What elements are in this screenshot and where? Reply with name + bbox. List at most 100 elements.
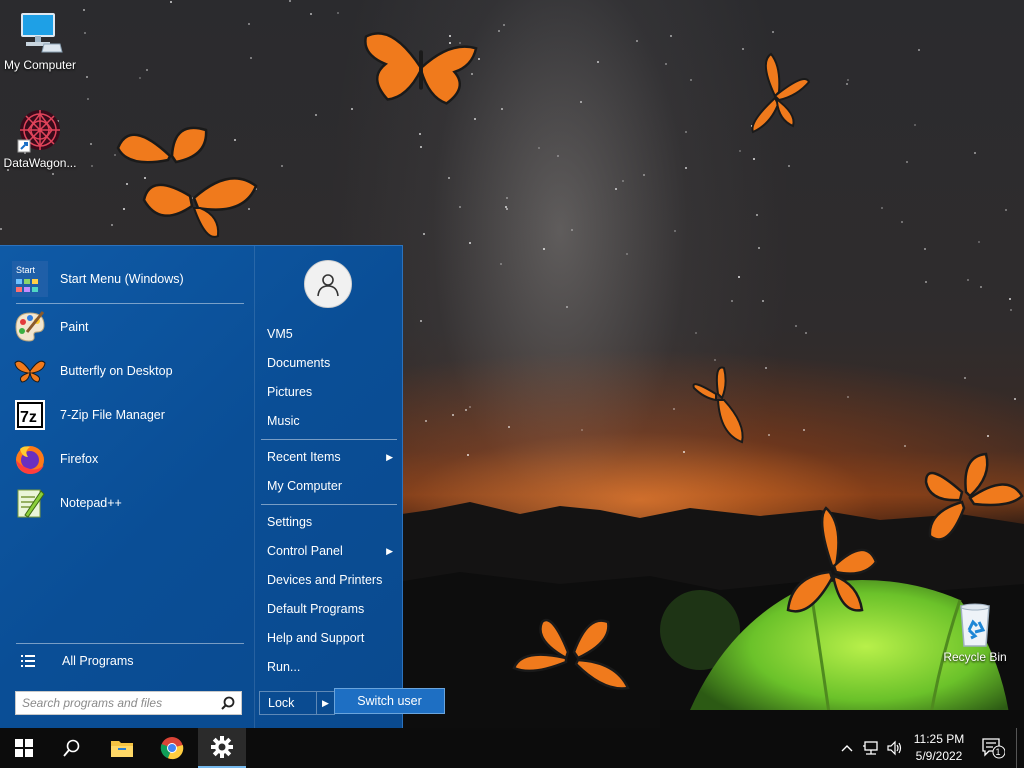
star [683,451,685,453]
star [925,281,927,283]
place-documents[interactable]: Documents [261,350,397,376]
place-label: My Computer [267,479,343,493]
power-options-arrow-button[interactable]: ▶ [317,691,335,715]
datawagon-mandala-icon [17,110,60,153]
star [289,0,291,2]
program-label: Start Menu (Windows) [60,272,184,286]
file-explorer-button[interactable] [98,728,146,768]
place-my-computer[interactable]: My Computer [261,473,397,499]
place-music[interactable]: Music [261,408,397,434]
place-vm5[interactable]: VM5 [261,321,397,347]
star [581,429,583,431]
program-butterfly-on-desktop[interactable]: Butterfly on Desktop [12,349,244,393]
action-center-button[interactable]: 1 [978,728,1008,768]
star [351,108,353,110]
star [626,253,628,255]
search-icon [63,739,80,757]
place-default-programs[interactable]: Default Programs [261,596,397,622]
program-start-menu-windows[interactable]: Start Start Menu (Windows) [12,257,244,301]
place-label: Help and Support [267,631,365,645]
network-button[interactable] [860,728,882,768]
star [566,306,568,308]
paint-palette-icon [12,309,48,345]
show-desktop-button[interactable] [1016,728,1017,768]
star [500,263,502,265]
program-firefox[interactable]: Firefox [12,437,244,481]
butterfly-icon [12,353,48,389]
search-programs-input[interactable] [22,696,212,710]
place-help-and-support[interactable]: Help and Support [261,625,397,651]
program-paint[interactable]: Paint [12,305,244,349]
user-avatar[interactable] [304,260,352,308]
start-button[interactable] [0,728,48,768]
place-settings[interactable]: Settings [261,509,397,535]
star [731,300,733,302]
place-run[interactable]: Run... [261,654,397,680]
switch-user-menu-item[interactable]: Switch user [334,688,445,714]
computer-icon [21,13,63,53]
star [543,248,545,250]
star [1014,398,1016,400]
place-recent-items[interactable]: Recent Items ▶ [261,444,397,470]
butterfly-decoration [692,366,744,444]
seven-zip-icon: 7z [12,397,48,433]
star [248,23,250,25]
program-notepad-plus-plus[interactable]: Notepad++ [12,481,244,525]
show-hidden-icons-button[interactable] [838,728,856,768]
place-devices-and-printers[interactable]: Devices and Printers [261,567,397,593]
star [467,454,469,456]
star [0,228,2,230]
user-icon [317,274,339,297]
star [538,147,540,149]
taskbar: 11:25 PM 5/9/2022 1 [0,728,1024,768]
place-pictures[interactable]: Pictures [261,379,397,405]
desktop-icon-my-computer[interactable]: My Computer [0,8,80,72]
star [964,377,966,379]
star [974,152,976,154]
chrome-button[interactable] [148,728,196,768]
program-7zip-file-manager[interactable]: 7z 7-Zip File Manager [12,393,244,437]
search-icon[interactable] [221,696,235,710]
star [1005,209,1007,211]
program-label: Butterfly on Desktop [60,364,173,378]
clock-time: 11:25 PM [913,732,965,746]
star [571,229,573,231]
butterfly-decoration [786,506,878,613]
lock-button[interactable]: Lock [259,691,317,715]
star [146,69,148,71]
gear-icon [211,736,233,758]
settings-button[interactable] [198,728,246,768]
desktop-icon-recycle-bin[interactable]: Recycle Bin [935,600,1015,664]
star [685,167,687,169]
star [425,420,427,422]
folder-icon [111,741,133,757]
star [557,155,559,157]
notepad-plus-plus-icon [12,485,48,521]
taskbar-search-button[interactable] [48,728,96,768]
star [310,13,312,15]
desktop-icon-datawagon[interactable]: DataWagon... [0,106,80,170]
star [508,426,510,428]
program-label: Notepad++ [60,496,122,510]
star [420,146,422,148]
program-label: 7-Zip File Manager [60,408,165,422]
star [695,332,697,334]
star [978,241,980,243]
all-programs-label: All Programs [62,654,134,668]
notification-count-badge: 1 [995,747,1001,757]
star [423,233,425,235]
all-programs-button[interactable]: All Programs [12,646,244,676]
seven-zip-icon-text: 7z [20,409,37,426]
star [91,165,93,167]
clock[interactable]: 11:25 PM 5/9/2022 [908,731,970,765]
volume-button[interactable] [884,728,906,768]
butterfly-decoration [751,52,811,134]
place-control-panel[interactable]: Control Panel ▶ [261,538,397,564]
star [881,207,883,209]
star [250,57,252,59]
start-menu-icon: Start [12,261,48,297]
star [90,143,92,145]
star [987,435,989,437]
star [847,79,849,81]
place-label: Run... [267,660,301,674]
